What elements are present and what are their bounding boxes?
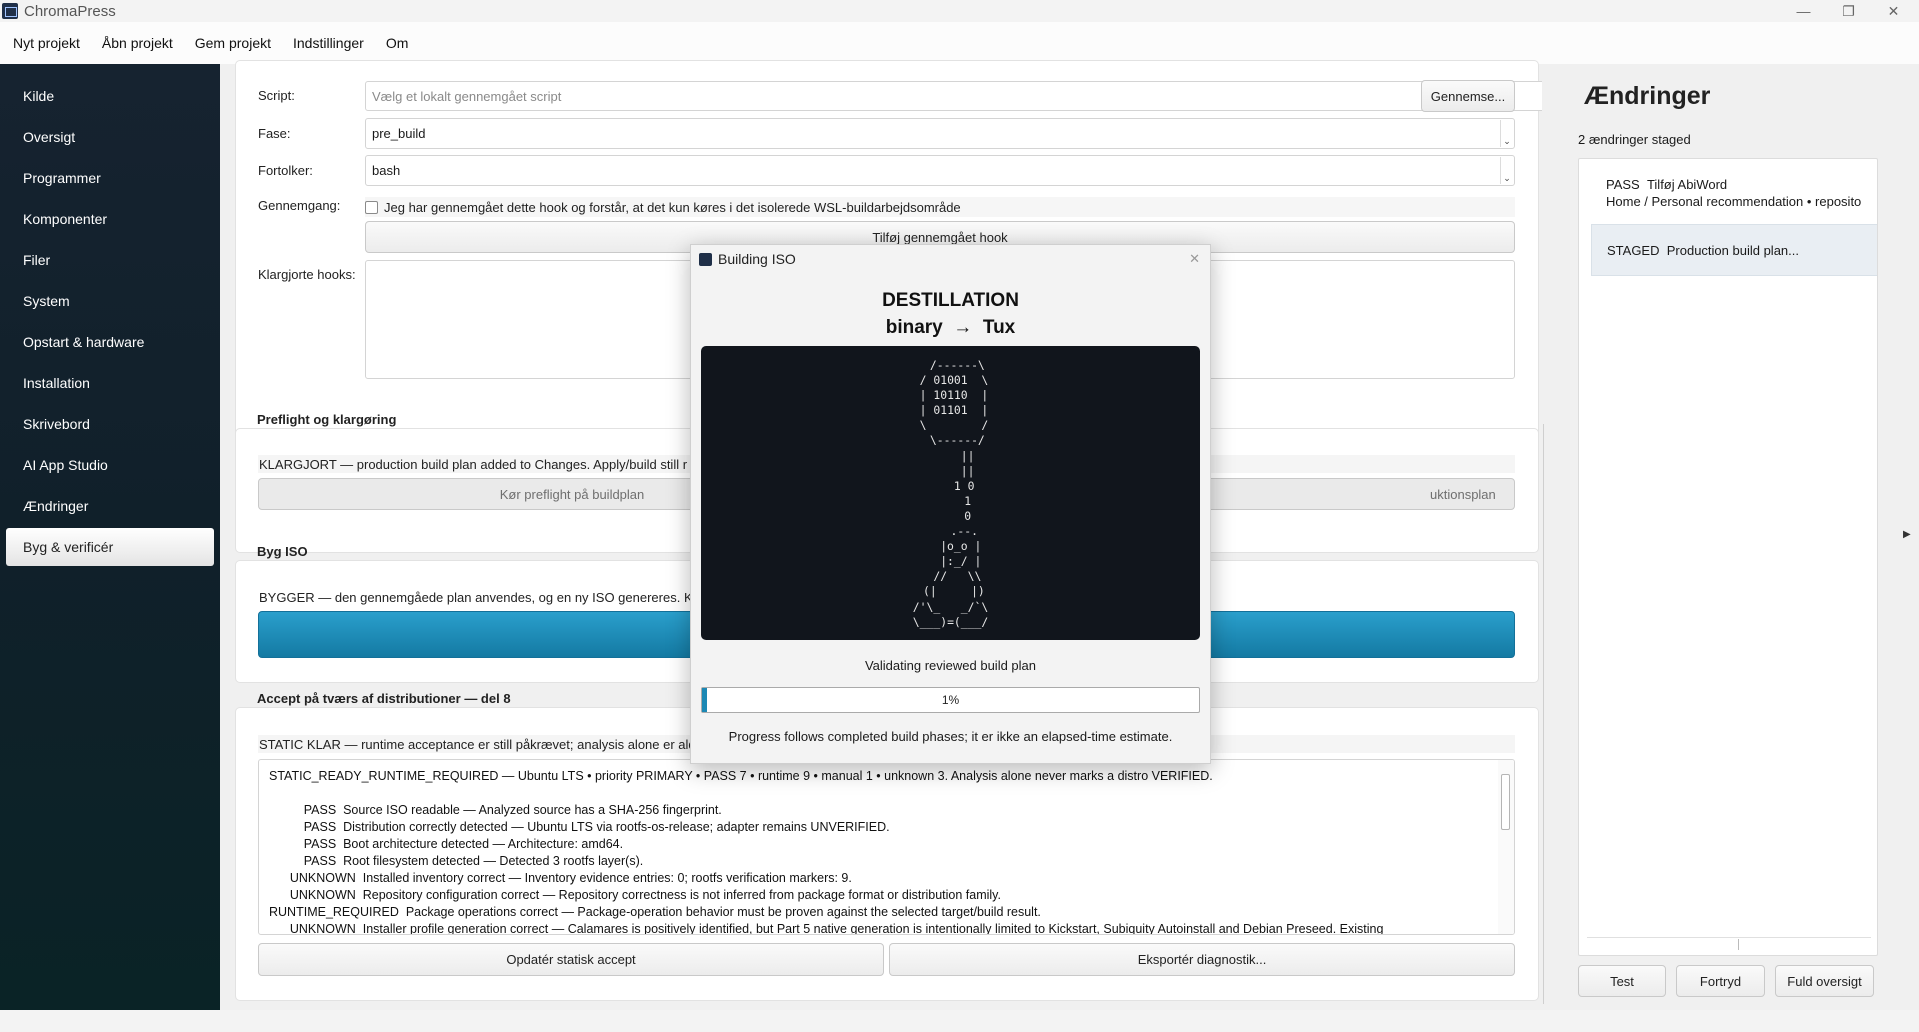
- sidebar-item-system[interactable]: System: [6, 282, 214, 320]
- review-checkbox-row[interactable]: Jeg har gennemgået dette hook og forstår…: [365, 197, 1515, 217]
- status-badge: STAGED: [1607, 242, 1660, 258]
- dialog-title: Building ISO: [718, 251, 796, 267]
- sidebar-item-components[interactable]: Komponenter: [6, 200, 214, 238]
- script-label: Script:: [258, 88, 295, 103]
- log-line: PASS Source ISO readable — Analyzed sour…: [269, 803, 722, 817]
- ascii-art: /------\ / 01001 \ | 10110 | | 01101 | \…: [912, 358, 989, 629]
- minimize-button[interactable]: —: [1781, 0, 1826, 22]
- menu-save-project[interactable]: Gem projekt: [195, 35, 271, 51]
- change-title: Production build plan...: [1666, 242, 1799, 258]
- main-scrollbar[interactable]: [1542, 64, 1551, 1010]
- test-button[interactable]: Test: [1578, 965, 1666, 997]
- close-window-button[interactable]: ✕: [1871, 0, 1916, 22]
- sidebar-item-ai-app-studio[interactable]: AI App Studio: [6, 446, 214, 484]
- maximize-button[interactable]: ❐: [1826, 0, 1871, 22]
- dialog-status: Validating reviewed build plan: [864, 658, 1037, 673]
- scroll-thumb[interactable]: [1543, 424, 1550, 1004]
- update-static-accept-button[interactable]: Opdatér statisk accept: [258, 943, 884, 976]
- dialog-heading: DESTILLATION: [882, 290, 1019, 311]
- interpreter-select[interactable]: bash ⌄: [365, 155, 1515, 186]
- script-placeholder: Vælg et lokalt gennemgået script: [372, 88, 562, 104]
- scroll-thumb[interactable]: [1501, 774, 1510, 830]
- sidebar-item-overview[interactable]: Oversigt: [6, 118, 214, 156]
- acceptance-log[interactable]: STATIC_READY_RUNTIME_REQUIRED — Ubuntu L…: [258, 759, 1515, 935]
- building-iso-dialog: Building ISO ✕ DESTILLATION binary → Tux…: [690, 244, 1211, 764]
- scroll-thumb[interactable]: [1599, 939, 1739, 950]
- menu-bar: Nyt projekt Åbn projekt Gem projekt Inds…: [0, 22, 1919, 64]
- menu-about[interactable]: Om: [386, 35, 409, 51]
- undo-button[interactable]: Fortryd: [1676, 965, 1765, 997]
- phase-value: pre_build: [372, 126, 426, 141]
- dialog-subheading: binary → Tux: [885, 317, 1016, 338]
- sidebar-item-build-verify[interactable]: Byg & verificér: [6, 528, 214, 566]
- status-badge: PASS: [1606, 177, 1640, 192]
- changes-list[interactable]: PASS Tilføj AbiWord Home / Personal reco…: [1578, 158, 1878, 956]
- build-title: Byg ISO: [257, 544, 308, 559]
- log-line: PASS Boot architecture detected — Archit…: [269, 837, 624, 851]
- changes-title: Ændringer: [1584, 82, 1711, 110]
- progress-label: 1%: [941, 693, 960, 707]
- sidebar: Kilde Oversigt Programmer Komponenter Fi…: [0, 64, 220, 1010]
- review-checkbox[interactable]: [365, 200, 378, 214]
- phase-label: Fase:: [258, 126, 291, 141]
- change-path: Home / Personal recommendation • reposit…: [1606, 194, 1862, 209]
- log-line: UNKNOWN Installed inventory correct — In…: [269, 871, 852, 885]
- app-icon: [699, 252, 712, 266]
- changes-count: 2 ændringer staged: [1578, 132, 1691, 147]
- log-line: UNKNOWN Installer profile generation cor…: [269, 922, 1384, 935]
- dialog-footnote: Progress follows completed build phases;…: [728, 729, 1173, 744]
- menu-settings[interactable]: Indstillinger: [293, 35, 364, 51]
- horizontal-scrollbar[interactable]: [1587, 937, 1871, 951]
- list-item[interactable]: PASS Tilføj AbiWord: [1606, 177, 1727, 192]
- sidebar-item-installation[interactable]: Installation: [6, 364, 214, 402]
- sidebar-item-programs[interactable]: Programmer: [6, 159, 214, 197]
- ascii-art-panel: /------\ / 01001 \ | 10110 | | 01101 | \…: [701, 346, 1200, 640]
- progress-bar: 1%: [701, 687, 1200, 713]
- sidebar-item-files[interactable]: Filer: [6, 241, 214, 279]
- sidebar-item-source[interactable]: Kilde: [6, 77, 214, 115]
- chevron-down-icon: ⌄: [1500, 157, 1513, 184]
- phase-select[interactable]: pre_build ⌄: [365, 118, 1515, 149]
- preflight-title: Preflight og klargøring: [257, 412, 397, 427]
- prepared-hooks-label: Klargjorte hooks:: [258, 267, 356, 282]
- full-overview-button[interactable]: Fuld oversigt: [1775, 965, 1874, 997]
- log-line: RUNTIME_REQUIRED Package operations corr…: [269, 905, 1041, 919]
- export-diagnostics-button[interactable]: Eksportér diagnostik...: [889, 943, 1515, 976]
- sidebar-item-changes[interactable]: Ændringer: [6, 487, 214, 525]
- acceptance-title: Accept på tværs af distributioner — del …: [257, 691, 511, 706]
- log-line: PASS Distribution correctly detected — U…: [269, 820, 890, 834]
- changes-panel: Ændringer 2 ændringer staged PASS Tilføj…: [1551, 64, 1919, 1010]
- log-line: STATIC_READY_RUNTIME_REQUIRED — Ubuntu L…: [269, 769, 1213, 783]
- list-item[interactable]: STAGED Production build plan...: [1591, 224, 1877, 276]
- chevron-down-icon: ⌄: [1500, 120, 1513, 147]
- menu-new-project[interactable]: Nyt projekt: [13, 35, 80, 51]
- log-line: UNKNOWN Repository configuration correct…: [269, 888, 1001, 902]
- interpreter-label: Fortolker:: [258, 163, 313, 178]
- review-checkbox-label: Jeg har gennemgået dette hook og forstår…: [384, 199, 961, 215]
- dialog-title-bar: Building ISO ✕: [691, 245, 1210, 273]
- log-line: PASS Root filesystem detected — Detected…: [269, 854, 644, 868]
- title-bar: ChromaPress — ❐ ✕: [0, 0, 1919, 22]
- expand-arrow-icon[interactable]: ▶: [1903, 529, 1911, 540]
- dialog-close-icon[interactable]: ✕: [1189, 251, 1200, 267]
- browse-button[interactable]: Gennemse...: [1421, 80, 1515, 112]
- log-scrollbar[interactable]: [1498, 760, 1514, 934]
- change-title: Tilføj AbiWord: [1646, 177, 1728, 192]
- review-label: Gennemgang:: [258, 198, 341, 213]
- sidebar-item-boot-hardware[interactable]: Opstart & hardware: [6, 323, 214, 361]
- menu-open-project[interactable]: Åbn projekt: [102, 35, 173, 51]
- sidebar-item-desktop[interactable]: Skrivebord: [6, 405, 214, 443]
- app-icon: [2, 3, 18, 19]
- app-title: ChromaPress: [24, 2, 116, 20]
- interpreter-value: bash: [372, 163, 401, 178]
